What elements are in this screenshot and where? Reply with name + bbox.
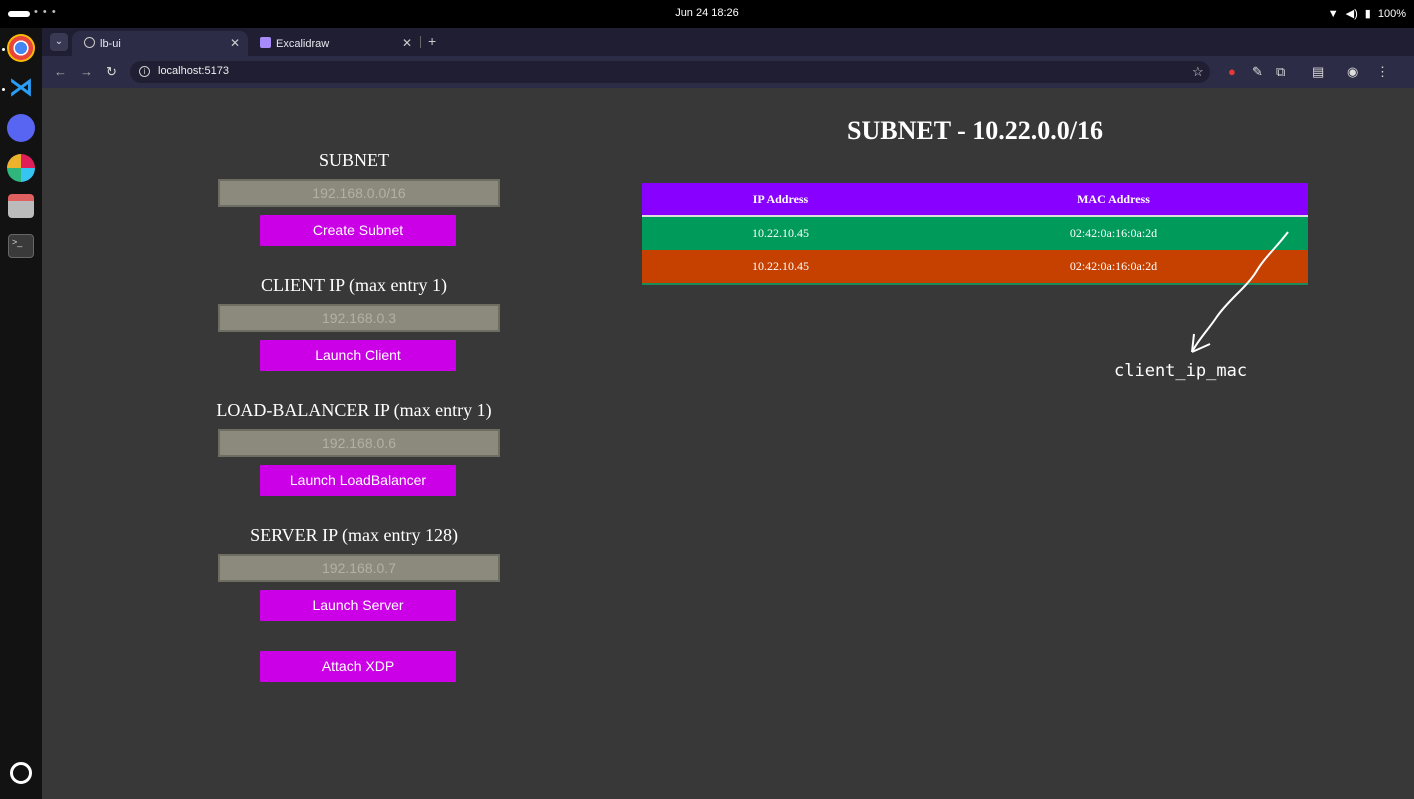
battery-percent: 100% bbox=[1377, 7, 1406, 20]
annotation-arrow bbox=[1191, 231, 1289, 353]
launch-loadbalancer-button[interactable]: Launch LoadBalancer bbox=[260, 465, 456, 496]
running-indicator bbox=[2, 88, 5, 91]
wifi-icon: ▼ bbox=[1327, 7, 1339, 20]
table-header-row: IP Address MAC Address bbox=[642, 183, 1308, 217]
system-top-bar: • • • Jun 24 18:26 ▼ ◀) ▮ 100% bbox=[0, 0, 1414, 28]
close-icon[interactable]: ✕ bbox=[402, 36, 412, 50]
application-dock: ⋊ >_ bbox=[0, 28, 42, 799]
browser-tab-bar: ⌄ lb-ui ✕ Excalidraw ✕ + bbox=[42, 28, 1414, 56]
mac-column-header: MAC Address bbox=[919, 183, 1308, 217]
site-info-icon[interactable]: i bbox=[139, 66, 150, 77]
client-ip-input[interactable]: 192.168.0.3 bbox=[218, 304, 500, 332]
url-text: localhost:5173 bbox=[158, 65, 229, 77]
annotation-label: client_ip_mac bbox=[1114, 361, 1248, 381]
lb-ip-input[interactable]: 192.168.0.6 bbox=[218, 429, 500, 457]
tab-search-button[interactable]: ⌄ bbox=[50, 33, 68, 51]
tab-lb-ui[interactable]: lb-ui ✕ bbox=[72, 31, 248, 56]
lb-ip-label: LOAD-BALANCER IP (max entry 1) bbox=[216, 400, 492, 420]
running-indicator bbox=[2, 48, 5, 51]
tab-label: lb-ui bbox=[100, 38, 121, 50]
chrome-icon[interactable] bbox=[7, 34, 35, 62]
eyedropper-icon[interactable]: ✎ bbox=[1252, 64, 1263, 80]
slack-icon[interactable] bbox=[7, 154, 35, 182]
ip-cell: 10.22.10.45 bbox=[642, 216, 919, 250]
discord-icon[interactable] bbox=[7, 114, 35, 142]
ip-cell: 10.22.10.45 bbox=[642, 250, 919, 285]
globe-icon bbox=[84, 37, 95, 48]
system-tray[interactable]: ▼ ◀) ▮ 100% bbox=[1327, 7, 1406, 21]
subnet-label: SUBNET bbox=[318, 150, 389, 170]
page-viewport: SUBNET 192.168.0.0/16 Create Subnet CLIE… bbox=[42, 88, 1414, 799]
menu-kebab-icon[interactable]: ⋮ bbox=[1376, 64, 1389, 80]
tab-label: Excalidraw bbox=[276, 38, 330, 50]
terminal-icon[interactable]: >_ bbox=[8, 234, 34, 258]
ip-column-header: IP Address bbox=[642, 183, 919, 217]
subnet-input[interactable]: 192.168.0.0/16 bbox=[218, 179, 500, 207]
profile-avatar-icon[interactable]: ◉ bbox=[1347, 64, 1358, 80]
tab-separator bbox=[420, 36, 421, 48]
create-subnet-button[interactable]: Create Subnet bbox=[260, 215, 456, 246]
files-icon[interactable] bbox=[8, 194, 34, 218]
tab-excalidraw[interactable]: Excalidraw ✕ bbox=[248, 31, 420, 56]
new-tab-button[interactable]: + bbox=[428, 33, 436, 49]
extensions-icon[interactable]: ⧉ bbox=[1276, 64, 1285, 80]
server-ip-label: SERVER IP (max entry 128) bbox=[250, 525, 458, 545]
client-ip-label: CLIENT IP (max entry 1) bbox=[261, 275, 447, 295]
show-apps-icon[interactable] bbox=[10, 762, 32, 784]
close-icon[interactable]: ✕ bbox=[230, 36, 240, 50]
launch-client-button[interactable]: Launch Client bbox=[260, 340, 456, 371]
volume-icon: ◀) bbox=[1345, 8, 1358, 20]
forward-icon[interactable]: → bbox=[80, 64, 93, 79]
back-icon[interactable]: ← bbox=[54, 64, 67, 79]
browser-toolbar: ← → ↻ i localhost:5173 ☆ ● ✎ ⧉ ▤ ◉ ⋮ bbox=[42, 56, 1414, 88]
launch-server-button[interactable]: Launch Server bbox=[260, 590, 456, 621]
attach-xdp-button[interactable]: Attach XDP bbox=[260, 651, 456, 682]
system-clock[interactable]: Jun 24 18:26 bbox=[0, 7, 1414, 19]
sidepanel-icon[interactable]: ▤ bbox=[1312, 64, 1324, 80]
adblock-icon[interactable]: ● bbox=[1228, 64, 1236, 79]
bookmark-star-icon[interactable]: ☆ bbox=[1192, 64, 1204, 80]
vscode-icon[interactable]: ⋊ bbox=[7, 74, 35, 102]
server-ip-input[interactable]: 192.168.0.7 bbox=[218, 554, 500, 582]
excalidraw-icon bbox=[260, 37, 271, 48]
reload-icon[interactable]: ↻ bbox=[106, 64, 117, 80]
battery-icon: ▮ bbox=[1364, 8, 1371, 20]
address-bar[interactable]: i localhost:5173 bbox=[130, 61, 1210, 83]
subnet-title: SUBNET - 10.22.0.0/16 bbox=[847, 116, 1103, 145]
